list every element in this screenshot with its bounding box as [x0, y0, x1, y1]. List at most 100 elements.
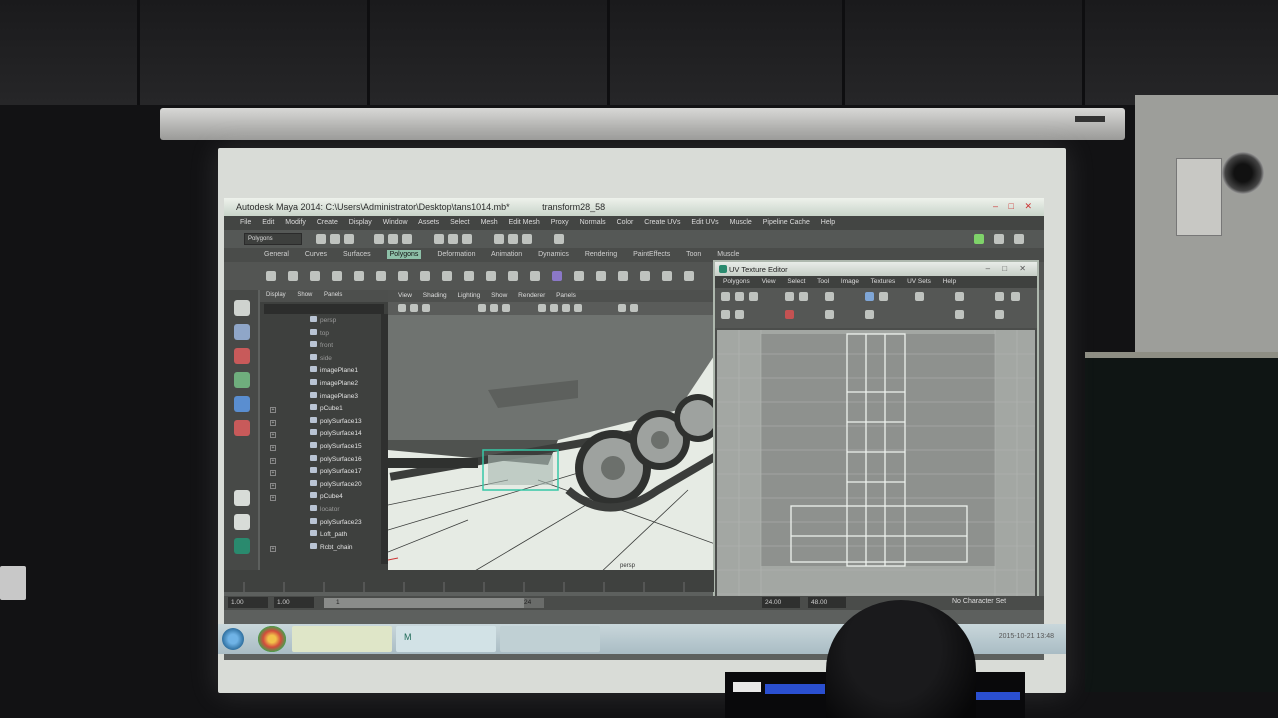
menu-file[interactable]: File — [240, 219, 251, 226]
expand-toggle-icon[interactable]: + — [270, 444, 276, 451]
poly-prism-icon[interactable] — [398, 271, 408, 281]
viewport-menu-lighting[interactable]: Lighting — [457, 292, 480, 299]
resolution-gate-icon[interactable] — [502, 304, 510, 312]
outliner-item[interactable]: + Rcbt_chain — [260, 542, 388, 556]
expand-toggle-icon[interactable]: + — [270, 419, 276, 426]
menu-proxy[interactable]: Proxy — [551, 219, 569, 226]
grid-toggle-icon[interactable] — [478, 304, 486, 312]
uv-texture-borders-icon[interactable] — [955, 292, 964, 301]
explorer-taskbar-item[interactable] — [292, 626, 392, 652]
uv-align-left-icon[interactable] — [785, 292, 794, 301]
toggle-channel-box-icon[interactable] — [974, 234, 984, 244]
outliner-item[interactable]: imagePlane2 — [260, 378, 388, 392]
toggle-tool-settings-icon[interactable] — [1014, 234, 1024, 244]
menu-mesh[interactable]: Mesh — [481, 219, 498, 226]
toggle-attribute-editor-icon[interactable] — [994, 234, 1004, 244]
menu-color[interactable]: Color — [617, 219, 634, 226]
perspective-viewport[interactable]: View Shading Lighting Show Renderer Pane… — [388, 290, 718, 575]
outliner-item[interactable]: + polySurface14 — [260, 429, 388, 442]
uv-menu-textures[interactable]: Textures — [871, 278, 896, 285]
menu-select[interactable]: Select — [450, 219, 469, 226]
lights-icon[interactable] — [574, 304, 582, 312]
uv-rotate-icon[interactable] — [749, 292, 758, 301]
layout-outliner-icon[interactable] — [234, 538, 250, 554]
poly-extrude-icon[interactable] — [574, 271, 584, 281]
outliner-item[interactable]: + pCube4 — [260, 492, 388, 505]
wireframe-icon[interactable] — [538, 304, 546, 312]
expand-toggle-icon[interactable]: + — [270, 432, 276, 439]
uv-image-range-icon[interactable] — [995, 292, 1004, 301]
scale-tool-icon[interactable] — [234, 420, 250, 436]
poly-torus-icon[interactable] — [376, 271, 386, 281]
shelf-tab-deformation[interactable]: Deformation — [437, 251, 475, 258]
playback-start-field[interactable]: 1.00 — [274, 597, 314, 608]
uv-menu-view[interactable]: View — [762, 278, 776, 285]
outliner-item[interactable]: top — [260, 328, 388, 342]
poly-merge-icon[interactable] — [662, 271, 672, 281]
outliner-item[interactable]: locator — [260, 504, 388, 518]
menu-create-uvs[interactable]: Create UVs — [644, 219, 680, 226]
uv-menu-tool[interactable]: Tool — [817, 278, 829, 285]
isolate-select-icon[interactable] — [630, 304, 638, 312]
select-hierarchy-icon[interactable] — [374, 234, 384, 244]
render-settings-icon[interactable] — [554, 234, 564, 244]
select-object-icon[interactable] — [388, 234, 398, 244]
poly-cylinder-icon[interactable] — [310, 271, 320, 281]
viewport-menu-panels[interactable]: Panels — [556, 292, 576, 299]
poly-pipe-icon[interactable] — [442, 271, 452, 281]
rotate-tool-icon[interactable] — [234, 396, 250, 412]
outliner-item[interactable]: front — [260, 341, 388, 354]
outliner-filter-input[interactable] — [264, 304, 384, 314]
uv-sew-icon[interactable] — [735, 310, 744, 319]
poly-cube-icon[interactable] — [288, 271, 298, 281]
snap-grid-icon[interactable] — [434, 234, 444, 244]
outliner-menu-show[interactable]: Show — [297, 292, 312, 298]
shelf-tab-surfaces[interactable]: Surfaces — [343, 251, 371, 258]
outliner-item[interactable]: persp — [260, 316, 388, 329]
outliner-item[interactable]: + polySurface17 — [260, 467, 388, 480]
menu-edit-uvs[interactable]: Edit UVs — [691, 219, 718, 226]
outliner-menu-display[interactable]: Display — [266, 292, 286, 298]
expand-toggle-icon[interactable]: + — [270, 495, 276, 502]
menu-help[interactable]: Help — [821, 219, 835, 226]
outliner-item[interactable]: polySurface23 — [260, 517, 388, 531]
poly-combine-icon[interactable] — [464, 271, 474, 281]
poly-bridge-icon[interactable] — [552, 271, 562, 281]
shelf-tab-painteffects[interactable]: PaintEffects — [633, 251, 670, 258]
poly-separate-icon[interactable] — [486, 271, 496, 281]
uv-menu-uv-sets[interactable]: UV Sets — [907, 278, 931, 285]
poly-insert-loop-icon[interactable] — [640, 271, 650, 281]
paint-select-tool-icon[interactable] — [234, 348, 250, 364]
smooth-shade-icon[interactable] — [550, 304, 558, 312]
snap-curve-icon[interactable] — [448, 234, 458, 244]
expand-toggle-icon[interactable]: + — [270, 407, 276, 414]
poly-append-icon[interactable] — [596, 271, 606, 281]
menu-set-dropdown[interactable]: Polygons — [244, 233, 302, 245]
time-slider[interactable] — [224, 570, 714, 592]
poly-extract-icon[interactable] — [508, 271, 518, 281]
poly-cone-icon[interactable] — [332, 271, 342, 281]
outliner-item[interactable]: + pCube1 — [260, 404, 388, 417]
outliner-item[interactable]: imagePlane1 — [260, 366, 388, 379]
outliner-menu-panels[interactable]: Panels — [324, 292, 342, 298]
shelf-tab-rendering[interactable]: Rendering — [585, 251, 617, 258]
start-button-icon[interactable] — [222, 628, 244, 650]
shelf-tab-curves[interactable]: Curves — [305, 251, 327, 258]
viewport-menu-renderer[interactable]: Renderer — [518, 292, 545, 299]
shelf-tab-general[interactable]: General — [264, 251, 289, 258]
playback-end-field[interactable]: 24.00 — [762, 597, 800, 608]
uv-menu-help[interactable]: Help — [943, 278, 956, 285]
character-set-dropdown[interactable]: No Character Set — [952, 598, 1006, 605]
save-scene-icon[interactable] — [344, 234, 354, 244]
xray-icon[interactable] — [618, 304, 626, 312]
outliner-item[interactable]: side — [260, 353, 388, 367]
uv-cut-icon[interactable] — [721, 310, 730, 319]
app-taskbar-item[interactable] — [500, 626, 600, 652]
outliner-item[interactable]: + polySurface13 — [260, 416, 388, 430]
viewport-menu-view[interactable]: View — [398, 292, 412, 299]
select-tool-icon[interactable] — [234, 300, 250, 316]
new-scene-icon[interactable] — [316, 234, 326, 244]
shelf-tab-animation[interactable]: Animation — [491, 251, 522, 258]
camera-select-icon[interactable] — [398, 304, 406, 312]
ipr-render-icon[interactable] — [522, 234, 532, 244]
